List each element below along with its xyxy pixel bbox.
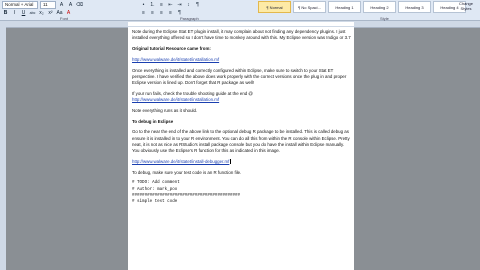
- paragraph: Go to the near the end of the above link…: [132, 129, 350, 153]
- font-name-select[interactable]: Normal + Arial: [2, 1, 38, 9]
- document-page[interactable]: Note during the Eclipse Stat ET plugin i…: [128, 27, 354, 270]
- paragraph: Note everything runs as it should.: [132, 107, 198, 113]
- change-styles-button[interactable]: Change Styles: [455, 1, 477, 15]
- hyperlink[interactable]: http://www.walware.de/it/statet/installa…: [132, 57, 352, 63]
- paragraph: Original tutorial Resource came from:: [132, 46, 211, 51]
- paragraph: Once everything is installed and correct…: [132, 67, 347, 85]
- paragraph-text: If your run fails, check the trouble sho…: [132, 90, 253, 96]
- hyperlink-line: http://www.walware.de/it/statet/install-…: [132, 159, 352, 165]
- font-size-select[interactable]: 11: [40, 1, 56, 9]
- document-body[interactable]: Note during the Eclipse Stat ET plugin i…: [132, 29, 352, 205]
- paragraph: Note during the Eclipse Stat ET plugin i…: [132, 29, 351, 41]
- section-heading: To debug in Eclipse: [132, 118, 174, 124]
- style-no-spacing[interactable]: ¶ No Spaci...: [293, 1, 326, 13]
- style-heading-1[interactable]: Heading 1: [328, 1, 361, 13]
- multilevel-icon[interactable]: ≡: [158, 2, 165, 9]
- style-heading-2[interactable]: Heading 2: [363, 1, 396, 13]
- show-marks-icon[interactable]: ¶: [194, 2, 201, 9]
- numbering-icon[interactable]: 1.: [149, 2, 156, 9]
- hyperlink[interactable]: http://www.walware.de/it/statet/install-…: [132, 159, 229, 164]
- increase-indent-icon[interactable]: ⇥: [176, 2, 183, 9]
- style-heading-3[interactable]: Heading 3: [398, 1, 431, 13]
- paragraph: To debug, make sure your test code is an…: [132, 169, 242, 175]
- quick-styles: ¶ Normal ¶ No Spaci... Heading 1 Heading…: [258, 1, 466, 13]
- code-line: # simple test code: [132, 200, 178, 204]
- bullets-icon[interactable]: •: [140, 2, 147, 9]
- grow-font-icon[interactable]: A: [58, 2, 65, 9]
- clear-format-icon[interactable]: ⌫: [76, 2, 83, 9]
- vertical-ruler[interactable]: [0, 27, 6, 270]
- text-cursor: [230, 159, 231, 165]
- ruler-text-area: [128, 22, 354, 26]
- hyperlink[interactable]: http://www.walware.de/it/statet/installa…: [132, 97, 352, 103]
- decrease-indent-icon[interactable]: ⇤: [167, 2, 174, 9]
- font-row: Normal + Arial 11 A A ⌫: [2, 1, 83, 9]
- ribbon: Normal + Arial 11 A A ⌫ B I U abc x₂ x² …: [0, 0, 480, 21]
- paragraph-row: • 1. ≡ ⇤ ⇥ ↕ ¶: [140, 1, 201, 9]
- style-normal[interactable]: ¶ Normal: [258, 1, 291, 13]
- shrink-font-icon[interactable]: A: [67, 2, 74, 9]
- sort-icon[interactable]: ↕: [185, 2, 192, 9]
